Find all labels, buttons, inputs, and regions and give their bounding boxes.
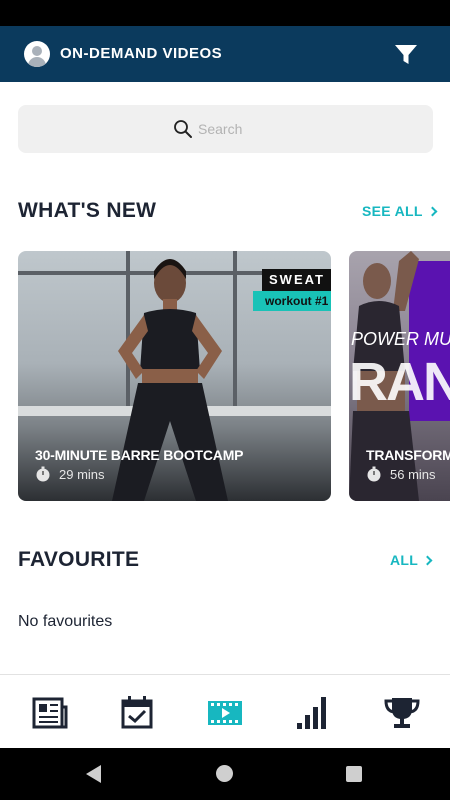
sweat-badge: SWEAT <box>262 269 331 291</box>
status-bar <box>0 0 450 26</box>
page-title: ON-DEMAND VIDEOS <box>60 45 223 62</box>
stopwatch-icon <box>36 466 50 482</box>
filter-icon[interactable] <box>394 44 418 66</box>
card-duration: 29 mins <box>35 466 105 482</box>
bar-chart-icon[interactable] <box>293 693 333 733</box>
home-icon[interactable] <box>216 765 233 782</box>
user-avatar-icon[interactable] <box>24 41 50 67</box>
search-input[interactable]: Search <box>18 105 433 153</box>
bottom-nav <box>0 674 450 748</box>
chevron-right-icon <box>422 555 433 565</box>
see-all-link[interactable]: SEE ALL <box>362 203 438 219</box>
empty-favourites-text: No favourites <box>18 613 113 630</box>
duration-label: 56 mins <box>390 466 436 482</box>
promo-text: POWER MUS <box>351 329 450 349</box>
promo-big-text: RAN <box>349 352 450 412</box>
instructor-image <box>112 259 228 501</box>
stopwatch-icon <box>367 466 381 482</box>
whats-new-title: WHAT'S NEW <box>18 199 157 222</box>
card-title: TRANSFORM <box>366 447 450 463</box>
all-favourites-link[interactable]: ALL <box>390 552 433 568</box>
trophy-icon[interactable] <box>382 693 422 733</box>
news-icon[interactable] <box>30 693 70 733</box>
card-title: 30-MINUTE BARRE BOOTCAMP <box>35 447 244 463</box>
back-icon[interactable] <box>86 765 101 783</box>
duration-label: 29 mins <box>59 466 105 482</box>
system-nav-bar <box>0 748 450 800</box>
workout-badge: workout #1 <box>253 291 331 311</box>
favourite-title: FAVOURITE <box>18 548 140 571</box>
video-card[interactable]: SWEAT workout #1 30-MINUTE BARRE BOOTCAM… <box>18 251 331 501</box>
card-duration: 56 mins <box>366 466 436 482</box>
video-card[interactable]: POWER MUS RAN TRANSFORM 56 mins <box>349 251 450 501</box>
chevron-right-icon <box>427 206 438 216</box>
app-header: ON-DEMAND VIDEOS <box>0 26 450 82</box>
see-all-label: SEE ALL <box>362 203 423 219</box>
search-icon <box>174 120 192 138</box>
search-placeholder: Search <box>198 121 243 137</box>
calendar-check-icon[interactable] <box>117 693 157 733</box>
recent-apps-icon[interactable] <box>346 766 362 782</box>
all-label: ALL <box>390 552 419 568</box>
video-film-icon[interactable] <box>205 693 245 733</box>
